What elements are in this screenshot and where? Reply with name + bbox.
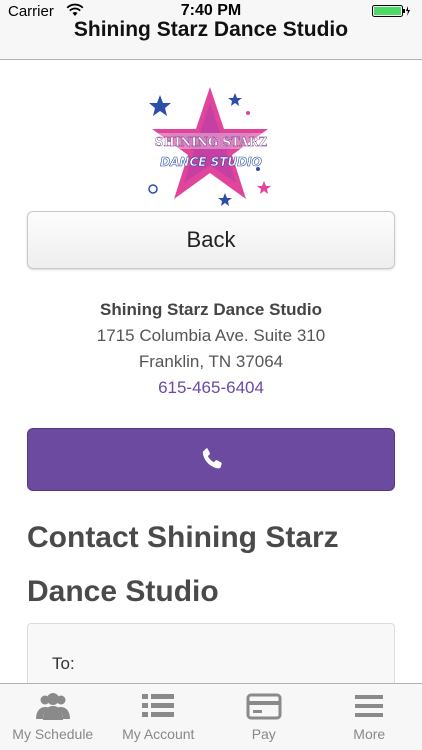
studio-phone-link[interactable]: 615-465-6404 (0, 378, 422, 398)
navigation-bar: Shining Starz Dance Studio (0, 18, 422, 60)
contact-heading: Contact Shining Starz Dance Studio (27, 521, 339, 608)
svg-text:DANCE STUDIO: DANCE STUDIO (160, 155, 262, 169)
call-button[interactable] (27, 428, 395, 491)
studio-logo: SHINING STARZ DANCE STUDIO (148, 87, 272, 206)
status-bar: Carrier 7:40 PM (0, 0, 422, 20)
menu-icon (355, 695, 384, 717)
to-label: To: (52, 654, 75, 673)
tab-label: My Account (122, 726, 195, 742)
studio-name: Shining Starz Dance Studio (100, 300, 322, 319)
studio-city: Franklin, TN 37064 (138, 352, 284, 371)
back-button[interactable]: Back (27, 211, 395, 269)
tab-label: Pay (251, 726, 276, 742)
phone-icon (202, 448, 222, 469)
tab-label: More (353, 726, 386, 742)
tab-bar: My Schedule My Account Pay More (0, 683, 422, 750)
tab-more[interactable]: More (317, 684, 422, 750)
tab-pay[interactable]: Pay (211, 684, 317, 750)
list-icon (142, 694, 175, 717)
studio-address: 1715 Columbia Ave. Suite 310 (96, 326, 326, 345)
battery-icon (372, 5, 410, 17)
tab-my-schedule[interactable]: My Schedule (0, 684, 106, 750)
svg-text:SHINING STARZ: SHINING STARZ (155, 135, 268, 149)
users-icon (35, 693, 70, 720)
credit-card-icon (246, 693, 282, 720)
main-content[interactable]: SHINING STARZ DANCE STUDIO Back Shining … (0, 61, 422, 683)
tab-my-account[interactable]: My Account (106, 684, 212, 750)
contact-form: To: (27, 623, 395, 683)
tab-label: My Schedule (12, 726, 94, 742)
page-title: Shining Starz Dance Studio (73, 18, 349, 41)
